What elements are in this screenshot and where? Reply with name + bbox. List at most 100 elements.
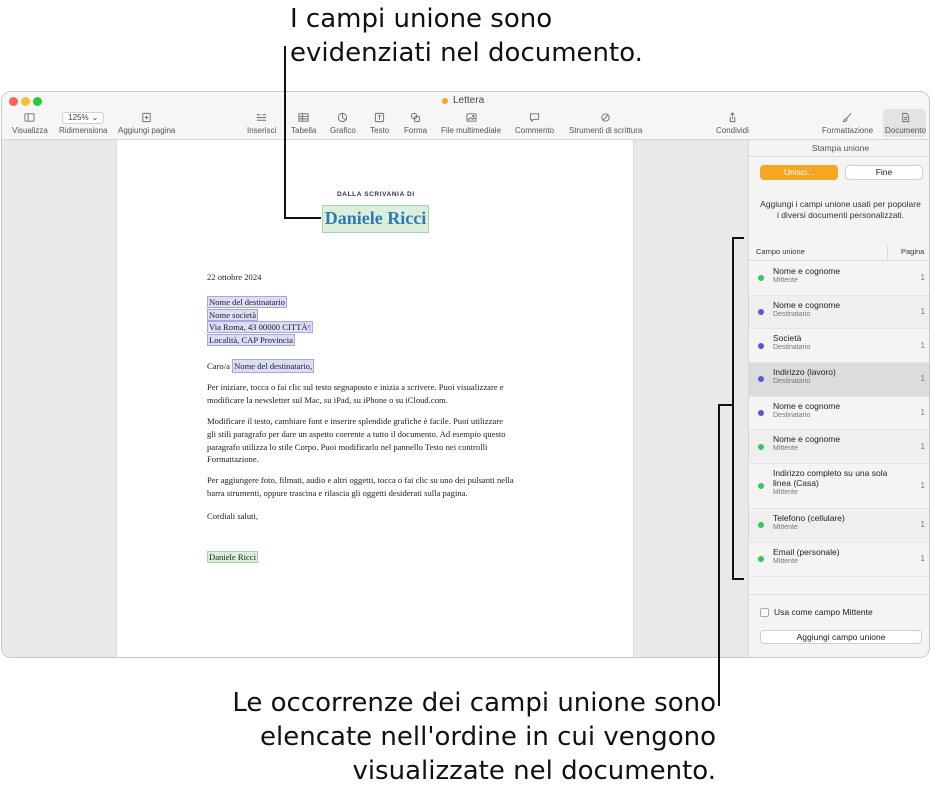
signature-merge-field[interactable]: Daniele Ricci <box>207 551 259 563</box>
callout-bottom: Le occorrenze dei campi unione sono elen… <box>160 686 716 788</box>
view-button[interactable]: Visualizza <box>12 111 48 135</box>
chart-button[interactable]: Grafico <box>330 111 356 135</box>
merge-field-label: Telefono (cellulare) Mittente <box>773 513 903 533</box>
merge-field-row[interactable]: Nome e cognome Mittente 1 <box>749 262 929 296</box>
share-button[interactable]: Condividi <box>716 111 749 135</box>
merge-button[interactable]: Unisci... <box>760 165 838 180</box>
table-button[interactable]: Tabella <box>291 111 316 135</box>
merge-field-page: 1 <box>920 374 925 384</box>
merge-field-row[interactable]: Nome e cognome Destinatario 1 <box>749 295 929 330</box>
merge-field-row-selected[interactable]: Indirizzo (lavoro) Destinatario 1 <box>749 363 929 397</box>
merge-field-label: Email (personale) Mittente <box>773 547 903 567</box>
closing[interactable]: Cordiali saluti, <box>207 510 258 523</box>
paragraph-3[interactable]: Per aggiungere foto, filmati, audio e al… <box>207 474 514 500</box>
merge-field-source: Mittente <box>773 277 798 284</box>
comment-label: Commento <box>515 126 555 135</box>
table-label: Tabella <box>291 126 317 135</box>
merge-field-row[interactable]: Email (personale) Mittente 1 <box>749 543 929 577</box>
paragraph-2[interactable]: Modificare il testo, cambiare font e ins… <box>207 415 506 466</box>
merge-field-source: Destinatario <box>773 411 811 419</box>
minimize-window-button[interactable] <box>21 97 30 106</box>
sender-dot-icon <box>758 443 764 450</box>
paragraph-2-line-1: Modificare il testo, cambiare font e ins… <box>207 416 503 426</box>
use-as-sender-checkbox[interactable] <box>760 607 769 617</box>
shape-button[interactable]: Forma <box>404 111 427 135</box>
column-header-page[interactable]: Pagina <box>901 247 924 256</box>
format-button[interactable]: Formattazione <box>822 111 873 135</box>
merge-field-row[interactable]: Indirizzo completo su una sola linea (Ca… <box>749 464 929 510</box>
merge-field-source: Mittente <box>773 524 798 532</box>
media-button[interactable]: File multimediale <box>441 111 501 135</box>
comment-button[interactable]: Commento <box>515 111 554 135</box>
resize-label: Ridimensiona <box>59 126 108 135</box>
callout-bottom-line-2: elencate nell'ordine in cui vengono <box>260 722 716 752</box>
callout-top-line-1: I campi unione sono <box>290 4 553 34</box>
chart-pie-icon <box>338 112 348 123</box>
document-button[interactable]: Documento <box>885 111 926 135</box>
resize-button[interactable]: 125% ⌄ Ridimensiona <box>59 111 107 135</box>
merge-field-label: Nome e cognome Mittente <box>773 434 903 454</box>
paragraph-1[interactable]: Per iniziare, tocca o fai clic sul testo… <box>207 381 504 407</box>
column-divider <box>887 246 888 259</box>
merge-field-row[interactable]: Nome e cognome Mittente 1 <box>749 430 929 465</box>
zoom-select[interactable]: 125% ⌄ <box>62 111 105 124</box>
document-page[interactable]: DALLA SCRIVANIA DI Daniele Ricci 22 otto… <box>116 140 634 657</box>
company-merge-field[interactable]: Nome società <box>207 308 259 321</box>
close-window-button[interactable] <box>9 97 18 106</box>
merge-field-row[interactable]: Telefono (cellulare) Mittente 1 <box>749 509 929 543</box>
add-page-button[interactable]: Aggiungi pagina <box>118 111 175 135</box>
merge-field-source: Destinatario <box>773 378 811 386</box>
callout-bottom-leader-vertical <box>718 404 720 706</box>
shape-label: Forma <box>404 126 428 135</box>
merge-field-label: Nome e cognome Destinatario <box>773 300 903 320</box>
chart-label: Grafico <box>330 126 356 135</box>
comment-icon <box>529 113 540 123</box>
callout-bottom-bracket-bottom <box>732 578 744 580</box>
merge-field-name: Telefono (cellulare) <box>773 513 845 524</box>
merge-field-source: Destinatario <box>773 310 811 318</box>
salutation[interactable]: Caro/a Nome del destinatario, <box>207 359 315 373</box>
toolbar: Lettera Visualizza 125% ⌄ Ridimensiona Ag… <box>2 92 929 140</box>
sender-name-merge-field[interactable]: Daniele Ricci <box>322 205 429 233</box>
writing-tools-button[interactable]: Strumenti di scrittura <box>569 111 642 135</box>
column-header-field[interactable]: Campo unione <box>756 247 805 256</box>
letter-date[interactable]: 22 ottobre 2024 <box>207 271 261 284</box>
merge-field-row[interactable]: Nome e cognome Destinatario 1 <box>749 397 929 431</box>
sidebar-icon <box>24 113 35 122</box>
merge-field-label: Nome e cognome Destinatario <box>773 401 903 421</box>
sender-dot-icon <box>758 522 764 529</box>
salutation-prefix: Caro/a <box>207 361 230 371</box>
text-button[interactable]: Testo <box>370 111 389 135</box>
merge-field-label: Indirizzo (lavoro) Destinatario <box>773 367 903 387</box>
document-label: Documento <box>885 126 926 135</box>
merge-field-page: 1 <box>920 520 925 530</box>
paragraph-3-line-1: Per aggiungere foto, filmati, audio e al… <box>207 475 514 485</box>
locality-merge-field[interactable]: Località, CAP Provincia <box>207 333 295 346</box>
merge-field-page: 1 <box>920 340 925 350</box>
done-button[interactable]: Fine <box>845 165 923 180</box>
header-divider <box>749 260 929 261</box>
use-as-sender-label: Usa come campo Mittente <box>774 607 873 617</box>
callout-top-line-2: evidenziati nel documento. <box>290 38 643 68</box>
insert-button[interactable]: Inserisci <box>247 111 276 135</box>
callout-bottom-line-1: Le occorrenze dei campi unione sono <box>232 688 716 718</box>
shape-icon <box>410 112 421 123</box>
format-label: Formattazione <box>822 126 874 135</box>
zoom-value: 125% <box>68 112 89 122</box>
callout-top-leader-horizontal <box>284 217 321 219</box>
use-as-sender-option[interactable]: Usa come campo Mittente <box>760 607 873 617</box>
merge-field-source: Destinatario <box>773 344 811 352</box>
add-merge-field-button[interactable]: Aggiungi campo unione <box>760 630 922 644</box>
zoom-window-button[interactable] <box>33 97 42 106</box>
merge-field-label: Indirizzo completo su una sola linea (Ca… <box>773 468 903 498</box>
salutation-merge-field[interactable]: Nome del destinatario, <box>232 359 315 373</box>
share-icon <box>729 112 736 123</box>
recipient-name-merge-field[interactable]: Nome del destinatario <box>207 296 287 308</box>
pages-window: Lettera Visualizza 125% ⌄ Ridimensiona Ag… <box>1 91 930 658</box>
merge-field-name: Indirizzo completo su una sola linea (Ca… <box>773 468 888 489</box>
text-label: Testo <box>370 126 390 135</box>
merge-field-name: Nome e cognome <box>773 400 841 411</box>
merge-field-row[interactable]: Società Destinatario 1 <box>749 329 929 364</box>
merge-field-name: Email (personale) <box>773 546 840 557</box>
address-merge-field[interactable]: Via Roma, 43 00000 CITTÀ¶ <box>207 321 313 333</box>
